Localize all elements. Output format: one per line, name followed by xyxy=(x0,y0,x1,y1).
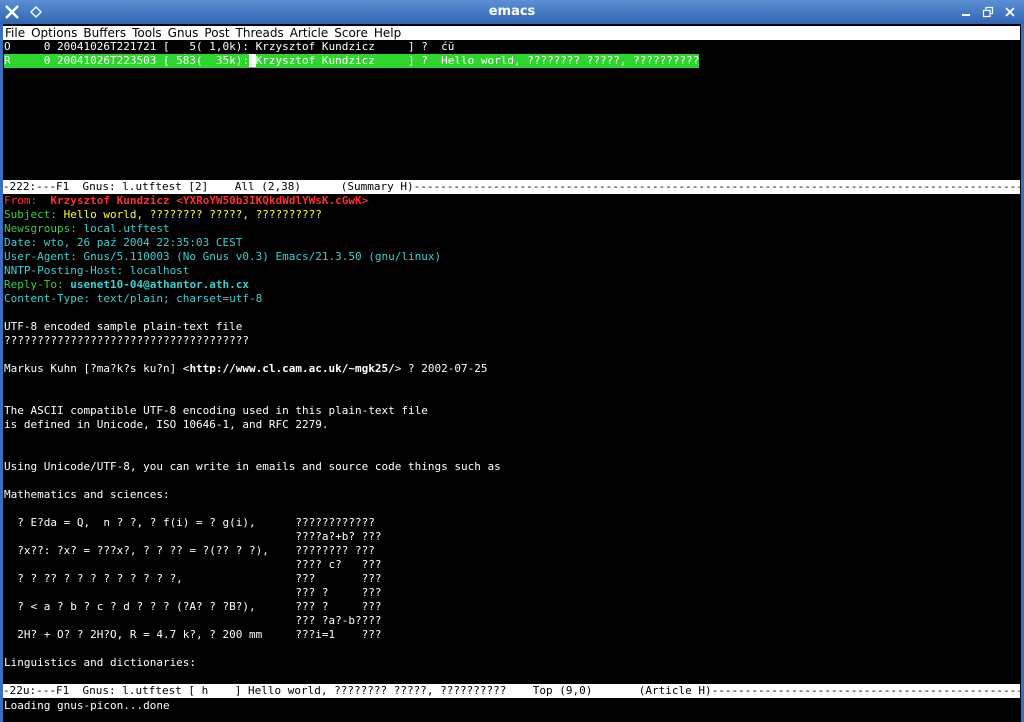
article-mode-line[interactable]: -22u:---F1 Gnus: l.utftest [ h ] Hello w… xyxy=(3,684,1020,698)
markus-url-link[interactable]: http://www.cl.cam.ac.uk/~mgk25/ xyxy=(189,362,394,375)
body-line: ??? ? ??? xyxy=(4,586,382,599)
article-buffer[interactable]: From: Krzysztof Kundzicz <YXRoYW50b3IKQk… xyxy=(4,194,1019,670)
menu-score[interactable]: Score xyxy=(332,26,372,40)
menu-threads[interactable]: Threads xyxy=(234,26,288,40)
emacs-window: emacs File Options Buffers Tools Gnus Po… xyxy=(0,0,1024,722)
menu-post[interactable]: Post xyxy=(202,26,233,40)
summary-line[interactable]: O 0 20041026T221721 [ 5( 1,0k): Krzyszto… xyxy=(4,40,454,54)
body-line: ??? ?a?-b???? xyxy=(4,614,382,627)
header-nntp-posting-host: NNTP-Posting-Host: localhost xyxy=(4,264,190,277)
body-line: Using Unicode/UTF-8, you can write in em… xyxy=(4,460,501,473)
markus-suffix: > ? 2002-07-25 xyxy=(394,362,488,375)
echo-area: Loading gnus-picon...done xyxy=(4,699,170,712)
text-cursor xyxy=(249,54,256,67)
header-subject-label: Subject: xyxy=(4,208,57,221)
menu-gnus[interactable]: Gnus xyxy=(166,26,203,40)
body-line: Linguistics and dictionaries: xyxy=(4,656,197,669)
header-subject-value: Hello world, ???????? ?????, ?????????? xyxy=(56,208,322,221)
title-bar-buttons xyxy=(958,2,1018,22)
menu-buffers[interactable]: Buffers xyxy=(81,26,130,40)
body-line-markus: Markus Kuhn [?ma?k?s ku?n] <http://www.c… xyxy=(4,362,1019,376)
header-from-value: Krzysztof Kundzicz <YXRoYW50b3IKQkdWdlYW… xyxy=(37,194,369,207)
header-newsgroups-label: Newsgroups: xyxy=(4,222,77,235)
header-reply-to: Reply-To: usenet10-04@athantor.ath.cx xyxy=(4,278,1019,292)
summary-line-prefix: R 0 20041026T223503 [ 583( 35k): xyxy=(4,54,250,67)
emacs-frame[interactable]: File Options Buffers Tools Gnus Post Thr… xyxy=(3,24,1020,720)
header-date: Date: wto, 26 paź 2004 22:35:03 CEST xyxy=(4,236,243,249)
header-from: From: Krzysztof Kundzicz <YXRoYW50b3IKQk… xyxy=(4,194,1019,208)
menu-help[interactable]: Help xyxy=(372,26,405,40)
body-line: is defined in Unicode, ISO 10646-1, and … xyxy=(4,418,329,431)
summary-line-selected[interactable]: R 0 20041026T223503 [ 583( 35k): Krzyszt… xyxy=(4,54,700,68)
body-line: ? < a ? b ? c ? d ? ? ? (?A? ? ?B?), ???… xyxy=(4,600,382,613)
body-line: ?x??: ?x? = ???x?, ? ? ?? = ?(?? ? ?), ?… xyxy=(4,544,375,557)
menu-tools[interactable]: Tools xyxy=(130,26,166,40)
header-user-agent: User-Agent: Gnus/5.110003 (No Gnus v0.3)… xyxy=(4,250,442,263)
header-content-type: Content-Type: text/plain; charset=utf-8 xyxy=(4,292,263,305)
title-bar[interactable]: emacs xyxy=(0,0,1024,24)
summary-line-rest: Krzysztof Kundzicz ] ? Hello world, ????… xyxy=(255,54,700,67)
body-line: Mathematics and sciences: xyxy=(4,488,170,501)
header-reply-to-label: Reply-To: xyxy=(4,278,64,291)
menu-bar: File Options Buffers Tools Gnus Post Thr… xyxy=(3,26,1020,40)
window-title: emacs xyxy=(488,4,536,19)
body-line: UTF-8 encoded sample plain-text file xyxy=(4,320,243,333)
menu-options[interactable]: Options xyxy=(29,26,81,40)
body-line: The ASCII compatible UTF-8 encoding used… xyxy=(4,404,428,417)
close-icon[interactable] xyxy=(1002,4,1018,20)
maximize-icon[interactable] xyxy=(980,4,996,20)
summary-mode-line[interactable]: -222:---F1 Gnus: l.utftest [2] All (2,38… xyxy=(3,180,1020,194)
body-line: ???? c? ??? xyxy=(4,558,382,571)
body-line: ????a?+b? ??? xyxy=(4,530,382,543)
header-reply-to-value[interactable]: usenet10-04@athantor.ath.cx xyxy=(64,278,249,291)
header-from-label: From: xyxy=(4,194,38,207)
menu-file[interactable]: File xyxy=(3,26,29,40)
header-newsgroups-value: local.utftest xyxy=(76,222,170,235)
header-subject: Subject: Hello world, ???????? ?????, ??… xyxy=(4,208,1019,222)
minimize-icon[interactable] xyxy=(958,4,974,20)
body-line: ????????????????????????????????????? xyxy=(4,334,250,347)
body-line: 2H? + O? ? 2H?O, R = 4.7 k?, ? 200 mm ??… xyxy=(4,628,382,641)
body-line: ? ? ?? ? ? ? ? ? ? ? ? ?, ??? ??? xyxy=(4,572,382,585)
body-line: ? E?da = Q, n ? ?, ? f(i) = ? g(i), ????… xyxy=(4,516,375,529)
menu-article[interactable]: Article xyxy=(288,26,333,40)
header-newsgroups: Newsgroups: local.utftest xyxy=(4,222,1019,236)
markus-prefix: Markus Kuhn [?ma?k?s ku?n] < xyxy=(4,362,190,375)
